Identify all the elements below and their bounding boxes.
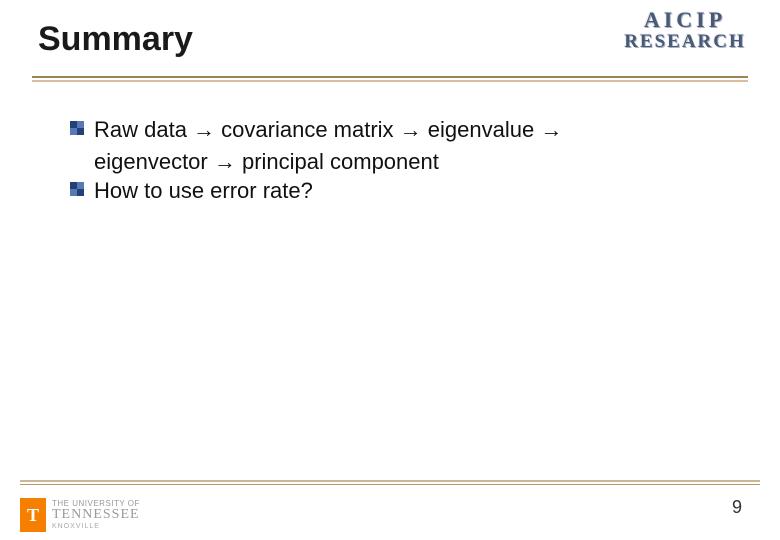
list-item: Raw data → covariance matrix → eigenvalu… [70, 115, 730, 145]
bullet-text: How to use error rate? [94, 178, 313, 203]
ut-city-line: KNOXVILLE [52, 523, 140, 530]
horizontal-rule-bottom [20, 480, 760, 482]
page-title: Summary [38, 20, 193, 59]
ut-name-line: TENNESSEE [52, 508, 140, 523]
list-item: How to use error rate? [70, 176, 730, 206]
logo-line2: RESEARCH [624, 31, 746, 53]
ut-mark-icon: T [20, 498, 46, 532]
page-number: 9 [732, 497, 742, 518]
bullet-text: Raw data → covariance matrix → eigenvalu… [94, 117, 562, 142]
bullet-continuation: eigenvector → principal component [70, 147, 730, 177]
logo-line1: AICIP [644, 8, 726, 31]
ut-text-block: THE UNIVERSITY OF TENNESSEE KNOXVILLE [52, 500, 140, 530]
diamond-bullet-icon [70, 182, 84, 196]
aicip-research-logo: AICIP RESEARCH [600, 3, 770, 58]
slide: Summary AICIP RESEARCH Raw data → covari… [0, 0, 780, 540]
horizontal-rule-top [32, 76, 748, 78]
diamond-bullet-icon [70, 121, 84, 135]
university-logo: T THE UNIVERSITY OF TENNESSEE KNOXVILLE [20, 498, 140, 532]
content-area: Raw data → covariance matrix → eigenvalu… [70, 115, 730, 208]
